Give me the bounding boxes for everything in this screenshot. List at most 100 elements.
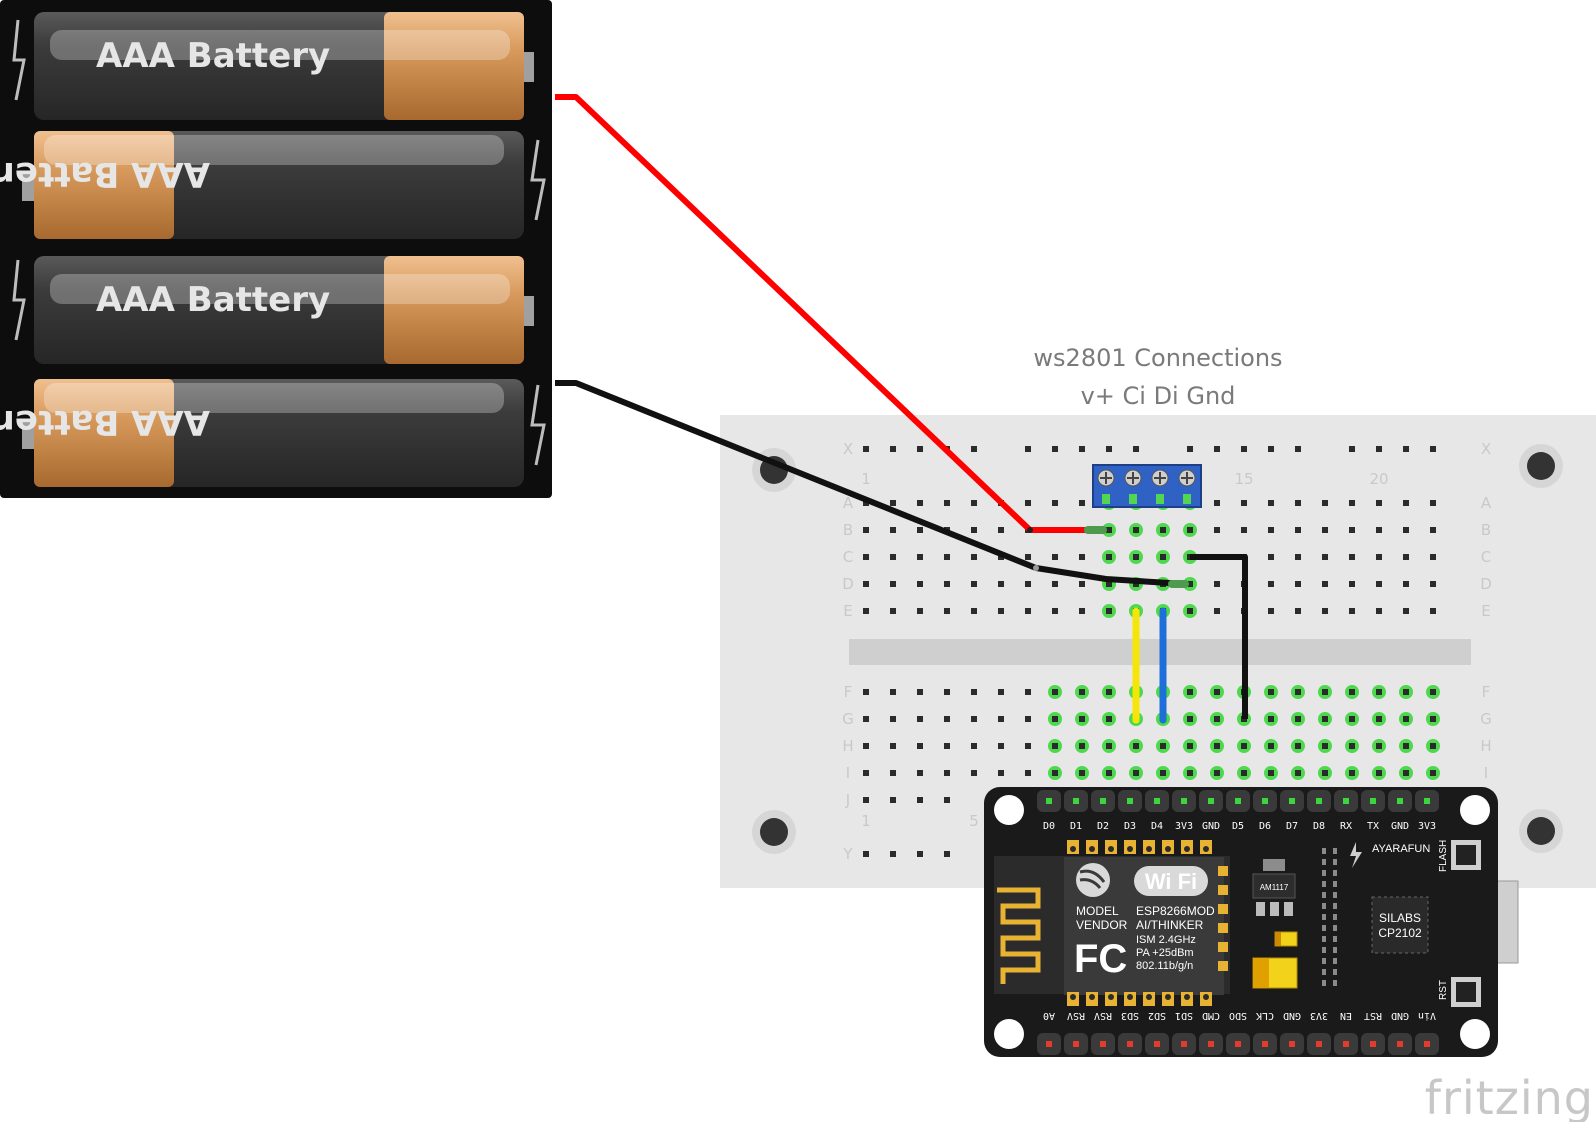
breadboard-hole[interactable]: [1268, 500, 1274, 506]
breadboard-hole[interactable]: [890, 716, 896, 722]
breadboard-hole[interactable]: [917, 716, 923, 722]
breadboard-hole[interactable]: [1133, 527, 1139, 533]
breadboard-hole[interactable]: [1241, 527, 1247, 533]
breadboard-hole[interactable]: [1133, 446, 1139, 452]
breadboard-hole[interactable]: [944, 554, 950, 560]
breadboard-hole[interactable]: [971, 527, 977, 533]
breadboard-hole[interactable]: [944, 770, 950, 776]
breadboard-hole[interactable]: [890, 743, 896, 749]
breadboard-hole[interactable]: [1079, 716, 1085, 722]
breadboard-hole[interactable]: [998, 608, 1004, 614]
breadboard-hole[interactable]: [890, 689, 896, 695]
breadboard-hole[interactable]: [1322, 500, 1328, 506]
breadboard-hole[interactable]: [1295, 689, 1301, 695]
breadboard-hole[interactable]: [1052, 608, 1058, 614]
breadboard-hole[interactable]: [863, 554, 869, 560]
breadboard-hole[interactable]: [1025, 608, 1031, 614]
breadboard-hole[interactable]: [1025, 770, 1031, 776]
screw-v-plus[interactable]: [1097, 469, 1115, 487]
breadboard-hole[interactable]: [1295, 608, 1301, 614]
breadboard-hole[interactable]: [1376, 581, 1382, 587]
breadboard-hole[interactable]: [1268, 527, 1274, 533]
breadboard-hole[interactable]: [1241, 770, 1247, 776]
breadboard-hole[interactable]: [1187, 743, 1193, 749]
breadboard-hole[interactable]: [1376, 608, 1382, 614]
breadboard-hole[interactable]: [1052, 770, 1058, 776]
screw-ci[interactable]: [1124, 469, 1142, 487]
breadboard-hole[interactable]: [1295, 743, 1301, 749]
breadboard-hole[interactable]: [890, 527, 896, 533]
breadboard-hole[interactable]: [1295, 446, 1301, 452]
breadboard-hole[interactable]: [917, 554, 923, 560]
breadboard-hole[interactable]: [1160, 743, 1166, 749]
breadboard-hole[interactable]: [890, 608, 896, 614]
breadboard-hole[interactable]: [1106, 770, 1112, 776]
breadboard-hole[interactable]: [998, 743, 1004, 749]
breadboard-hole[interactable]: [1376, 770, 1382, 776]
breadboard-hole[interactable]: [1160, 770, 1166, 776]
breadboard-hole[interactable]: [1187, 716, 1193, 722]
breadboard-hole[interactable]: [944, 797, 950, 803]
breadboard-hole[interactable]: [890, 797, 896, 803]
breadboard-hole[interactable]: [1187, 770, 1193, 776]
breadboard-hole[interactable]: [971, 500, 977, 506]
breadboard-hole[interactable]: [998, 689, 1004, 695]
breadboard-hole[interactable]: [1349, 608, 1355, 614]
breadboard-hole[interactable]: [1349, 446, 1355, 452]
breadboard-hole[interactable]: [971, 446, 977, 452]
breadboard-hole[interactable]: [1403, 716, 1409, 722]
breadboard-hole[interactable]: [998, 527, 1004, 533]
breadboard-hole[interactable]: [1430, 689, 1436, 695]
breadboard-hole[interactable]: [1187, 446, 1193, 452]
breadboard-hole[interactable]: [1268, 608, 1274, 614]
breadboard-hole[interactable]: [1349, 770, 1355, 776]
breadboard-hole[interactable]: [944, 500, 950, 506]
breadboard-hole[interactable]: [944, 716, 950, 722]
breadboard-hole[interactable]: [863, 743, 869, 749]
breadboard-hole[interactable]: [1079, 500, 1085, 506]
breadboard-hole[interactable]: [1349, 554, 1355, 560]
breadboard-hole[interactable]: [1214, 446, 1220, 452]
breadboard-hole[interactable]: [1187, 527, 1193, 533]
breadboard-hole[interactable]: [944, 608, 950, 614]
breadboard-hole[interactable]: [1052, 716, 1058, 722]
breadboard-hole[interactable]: [1160, 527, 1166, 533]
breadboard-hole[interactable]: [1349, 527, 1355, 533]
breadboard-hole[interactable]: [863, 446, 869, 452]
breadboard-hole[interactable]: [1295, 770, 1301, 776]
breadboard-hole[interactable]: [1295, 716, 1301, 722]
breadboard-hole[interactable]: [1106, 716, 1112, 722]
breadboard-hole[interactable]: [971, 608, 977, 614]
breadboard-hole[interactable]: [1214, 743, 1220, 749]
breadboard-hole[interactable]: [1430, 500, 1436, 506]
breadboard-hole[interactable]: [1376, 554, 1382, 560]
breadboard-hole[interactable]: [1268, 689, 1274, 695]
breadboard-hole[interactable]: [1376, 716, 1382, 722]
breadboard-hole[interactable]: [944, 581, 950, 587]
breadboard-hole[interactable]: [890, 554, 896, 560]
breadboard-hole[interactable]: [1025, 581, 1031, 587]
breadboard-hole[interactable]: [1214, 716, 1220, 722]
breadboard-hole[interactable]: [1025, 446, 1031, 452]
breadboard-hole[interactable]: [917, 608, 923, 614]
breadboard-hole[interactable]: [1079, 608, 1085, 614]
breadboard-hole[interactable]: [1403, 770, 1409, 776]
breadboard-hole[interactable]: [1133, 743, 1139, 749]
screw-terminal-block[interactable]: [1092, 464, 1202, 508]
breadboard-hole[interactable]: [1241, 446, 1247, 452]
reset-button[interactable]: [1451, 977, 1481, 1007]
breadboard-hole[interactable]: [1349, 716, 1355, 722]
breadboard-hole[interactable]: [1025, 554, 1031, 560]
breadboard-hole[interactable]: [1268, 743, 1274, 749]
breadboard-hole[interactable]: [1241, 743, 1247, 749]
breadboard-hole[interactable]: [1376, 527, 1382, 533]
breadboard-hole[interactable]: [890, 500, 896, 506]
breadboard-hole[interactable]: [1403, 500, 1409, 506]
breadboard-hole[interactable]: [1376, 743, 1382, 749]
breadboard-hole[interactable]: [890, 770, 896, 776]
breadboard-hole[interactable]: [971, 554, 977, 560]
breadboard-hole[interactable]: [1268, 554, 1274, 560]
breadboard-hole[interactable]: [863, 716, 869, 722]
breadboard-hole[interactable]: [1214, 527, 1220, 533]
breadboard-hole[interactable]: [971, 770, 977, 776]
